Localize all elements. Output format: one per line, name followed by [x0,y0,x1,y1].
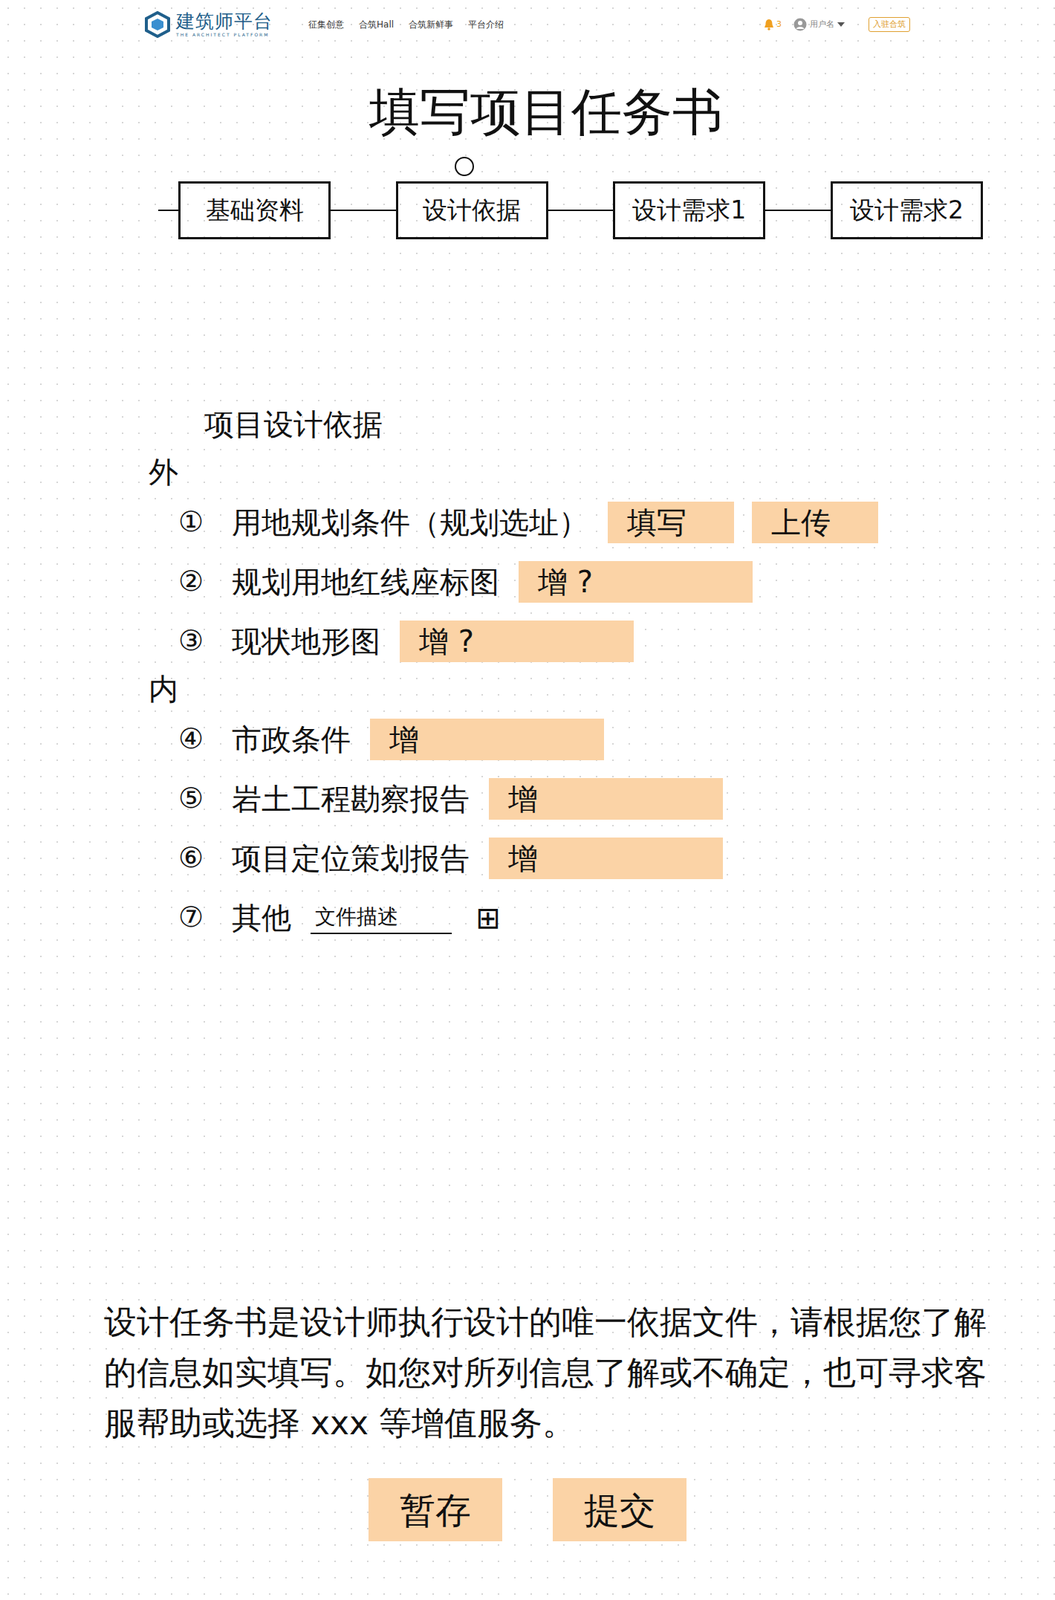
design-basis: 项目设计依据外①用地规划条件（规划选址）填写上传②规划用地红线座标图增 ?③现状… [0,406,1055,948]
nav-link[interactable]: 平台介绍 [460,17,512,32]
step-label: 设计需求1 [632,191,746,229]
logo-text: 建筑师平台THE ARCHITECT PLATFORM [176,11,273,38]
step-connector [765,209,831,211]
item-number: ⑦ [178,896,213,939]
step-connector [158,209,179,211]
save-button[interactable]: 暂存 [368,1477,503,1541]
item-number: ④ [178,717,213,761]
user-menu[interactable]: 用户名 [793,17,845,32]
item-actions: 增 [369,718,605,761]
add-button[interactable]: ⊞ [471,902,506,933]
step[interactable]: 基础资料 [178,181,331,240]
step-connector [330,209,396,211]
item-label: 岩土工程勘察报告 [231,776,470,821]
item-number: ① [178,500,213,544]
user-name: 用户名 [809,18,835,32]
basis-item: ① 用地规划条件（规划选址） 填写上传 [148,492,1055,553]
nav-link[interactable]: 合筑Hall [351,17,402,32]
item-label: 其他 [231,895,292,940]
section-title: 项目设计依据 [204,406,1055,443]
basis-item: ⑥ 项目定位策划报告增 [148,828,1055,888]
item-label: 规划用地红线座标图 [231,559,500,605]
basis-item: ④ 市政条件增 [148,709,1055,769]
logo[interactable]: 建筑师平台THE ARCHITECT PLATFORM [144,11,273,38]
item-label: 现状地形图 [231,618,381,664]
action-button[interactable]: 上传 [751,501,879,544]
avatar-icon [793,17,807,32]
logo-subtitle: THE ARCHITECT PLATFORM [176,32,273,38]
group-label: 外 [148,453,1055,493]
basis-item: ② 规划用地红线座标图增 ? [148,552,1055,612]
nav-link[interactable]: 合筑新鲜事 [401,17,461,32]
group-label: 内 [148,670,1055,710]
notification-count: 3 [776,18,782,32]
step[interactable]: 设计需求1 [612,181,766,240]
join-button[interactable]: 入驻合筑 [868,17,911,32]
item-actions: 增 [488,777,723,820]
item-number: ⑤ [178,777,213,820]
action-button[interactable]: 增 [488,837,723,879]
basis-item: ③ 现状地形图增 ? [148,611,1055,671]
main-nav: 征集创意合筑Hall合筑新鲜事平台介绍 [300,17,512,32]
form-actions: 暂存提交 [0,1477,1055,1541]
step-connector [548,209,614,211]
basis-item: ⑤ 岩土工程勘察报告增 [148,768,1055,829]
item-actions: 增 ? [399,620,634,662]
action-button[interactable]: 增 ? [399,620,634,662]
item-label: 用地规划条件（规划选址） [231,500,589,545]
bell-icon [763,18,775,31]
item-label: 项目定位策划报告 [231,835,470,881]
user-area: 3 用户名 入驻合筑 [763,17,911,32]
action-button[interactable]: 填写 [607,501,735,544]
step-bar: 基础资料 设计依据 设计需求1 设计需求2 [158,181,983,240]
logo-icon [144,11,171,38]
action-button[interactable]: 增 [488,777,723,820]
step-label: 设计依据 [422,191,521,229]
action-button[interactable]: 增 [369,718,605,761]
item-actions: 填写上传 [607,501,879,544]
item-number: ② [178,560,213,603]
item-number: ⑥ [178,836,213,879]
notice-text: 设计任务书是设计师执行设计的唯一依据文件，请根据您了解的信息如实填写。如您对所列… [104,1296,992,1449]
notifications[interactable]: 3 [763,18,782,32]
current-step-icon [454,156,475,177]
top-bar: 建筑师平台THE ARCHITECT PLATFORM 征集创意合筑Hall合筑新… [144,0,911,50]
item-label: 市政条件 [231,716,351,762]
item-actions: 增 ? [518,560,753,603]
item-number: ③ [178,619,213,662]
caret-icon [837,22,845,27]
step[interactable]: 设计依据 [395,181,549,240]
item-actions: 增 [488,837,723,879]
step-label: 设计需求2 [849,191,964,229]
logo-title: 建筑师平台 [176,11,273,31]
nav-link[interactable]: 征集创意 [300,17,352,32]
step-label: 基础资料 [205,191,304,229]
submit-button[interactable]: 提交 [552,1477,687,1541]
basis-item: ⑦ 其他 ⊞ [148,887,1055,948]
action-button[interactable]: 增 ? [518,560,753,603]
step[interactable]: 设计需求2 [830,181,983,240]
description-field[interactable] [310,901,452,934]
page-title: 填写项目任务书 [0,81,1055,143]
